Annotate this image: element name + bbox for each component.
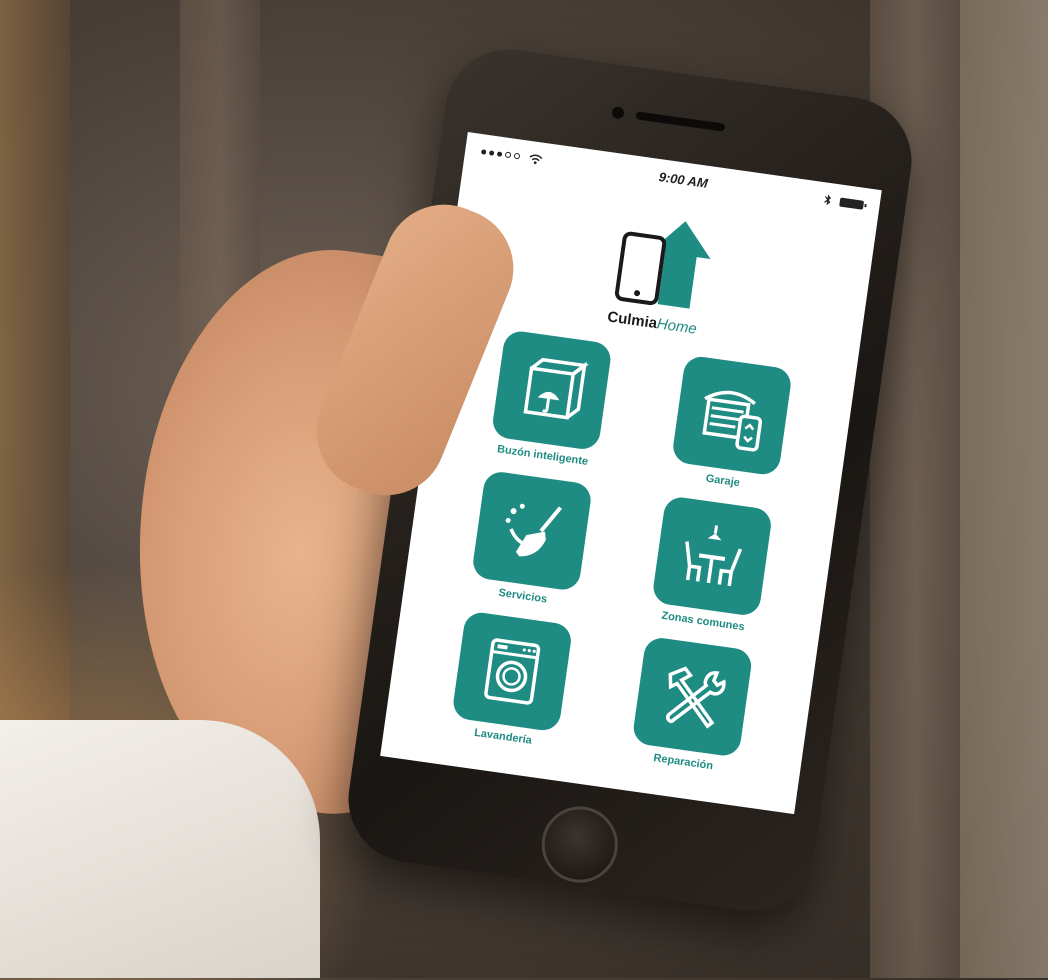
tile-button[interactable] xyxy=(651,495,774,618)
menu-item-label: Reparación xyxy=(652,752,714,773)
menu-item-servicios[interactable]: Servicios xyxy=(444,466,618,613)
tile-button[interactable] xyxy=(470,469,593,592)
background-strip xyxy=(960,0,1048,978)
smartphone: 9:00 AM CulmiaHome Buzón inteligente Gar… xyxy=(340,41,920,919)
brand-name-italic: Home xyxy=(655,315,698,338)
shirt-sleeve xyxy=(0,720,320,978)
brand-name-bold: Culmia xyxy=(606,308,659,333)
cleaning-broom-icon xyxy=(505,503,563,557)
tile-button[interactable] xyxy=(670,354,793,477)
tile-button[interactable] xyxy=(631,635,754,758)
tools-repair-icon xyxy=(665,666,726,729)
status-bar: 9:00 AM xyxy=(463,132,882,224)
tile-button[interactable] xyxy=(451,610,574,733)
menu-item-lavanderia[interactable]: Lavandería xyxy=(424,607,598,754)
battery-icon xyxy=(839,197,865,210)
common-area-table-icon xyxy=(685,525,743,587)
app-logo-icon xyxy=(614,221,711,309)
front-camera xyxy=(611,105,625,120)
menu-item-garaje[interactable]: Garaje xyxy=(644,351,818,498)
washing-machine-icon xyxy=(484,638,541,705)
garage-remote-icon xyxy=(702,390,763,452)
status-time: 9:00 AM xyxy=(657,168,709,191)
menu-item-buzon[interactable]: Buzón inteligente xyxy=(463,326,637,473)
bluetooth-icon xyxy=(824,194,832,206)
menu-grid: Buzón inteligente Garaje Servicios Zonas… xyxy=(424,326,818,779)
menu-item-label: Garaje xyxy=(704,472,741,490)
tile-button[interactable] xyxy=(490,329,613,452)
signal-icon xyxy=(480,146,544,166)
wifi-icon xyxy=(529,153,543,164)
menu-item-label: Lavandería xyxy=(473,726,533,747)
mailbox-box-icon xyxy=(523,357,589,420)
menu-item-label: Servicios xyxy=(497,586,548,606)
menu-item-zonas-comunes[interactable]: Zonas comunes xyxy=(624,492,798,639)
home-button[interactable] xyxy=(536,801,623,888)
earpiece-speaker xyxy=(635,111,726,132)
menu-item-reparacion[interactable]: Reparación xyxy=(604,632,778,779)
